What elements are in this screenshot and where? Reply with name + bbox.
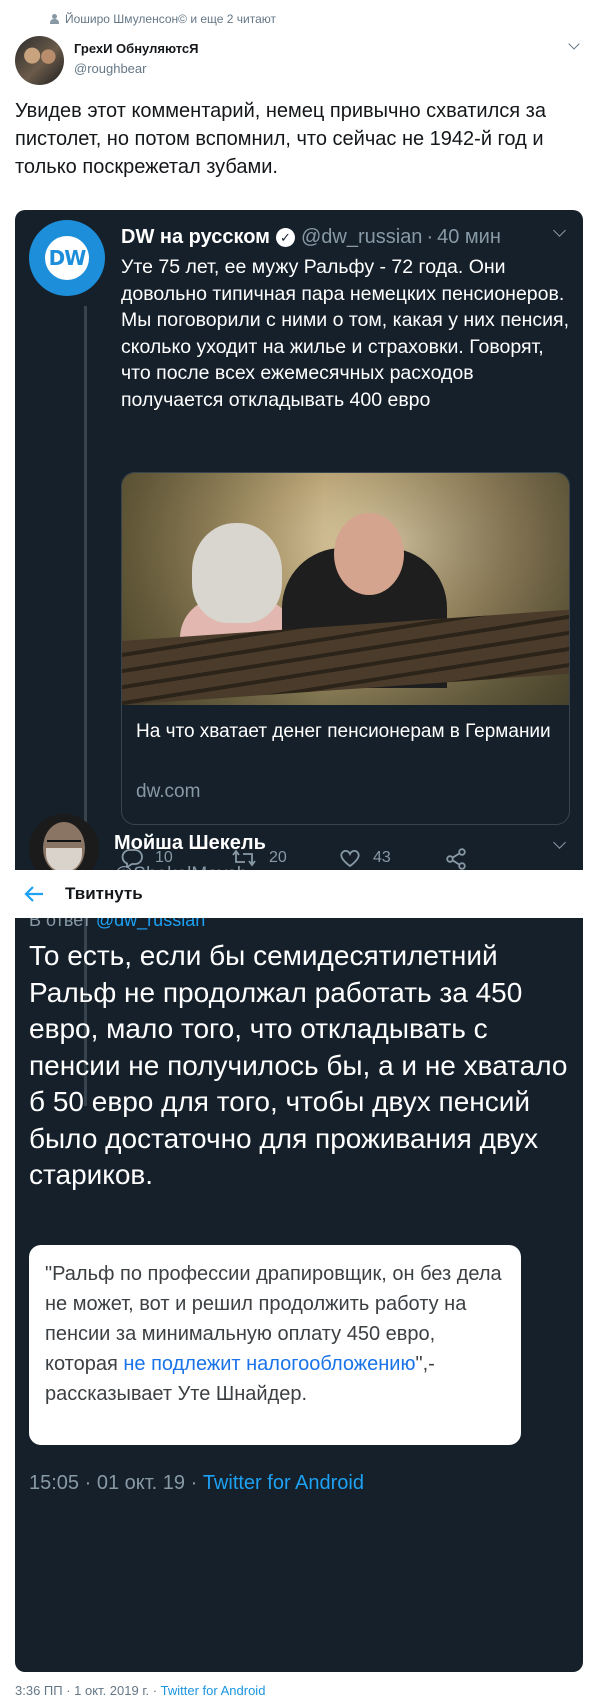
tweet1-header: DW на русском ✓ @dw_russian · 40 мин: [121, 226, 501, 249]
tweet-timestamp: 3:36 ПП · 1 окт. 2019 г. ·: [15, 1683, 161, 1698]
tweet1-author-handle[interactable]: @dw_russian: [301, 226, 422, 249]
dw-logo: DW: [45, 236, 89, 280]
quote-box: "Ральф по профессии драпировщик, он без …: [29, 1245, 521, 1445]
share-button[interactable]: [445, 848, 467, 870]
retweet-count: 20: [269, 849, 287, 866]
tweet2-source-link[interactable]: Twitter for Android: [203, 1472, 364, 1494]
separator-dot: ·: [426, 226, 434, 248]
top-bar: Твитнуть: [15, 870, 583, 918]
tweet-source-link[interactable]: Twitter for Android: [161, 1683, 266, 1698]
like-button[interactable]: 43: [339, 848, 391, 868]
embedded-screenshot[interactable]: DW DW на русском ✓ @dw_russian · 40 мин …: [15, 210, 583, 1672]
like-count: 43: [373, 849, 391, 866]
person-icon: [50, 14, 59, 24]
back-arrow-icon[interactable]: [23, 884, 45, 904]
link-card[interactable]: На что хватает денег пенсионерам в Герма…: [121, 472, 570, 825]
author-name[interactable]: ГрехИ ОбнуляютсЯ: [74, 41, 199, 56]
chevron-down-icon[interactable]: [553, 224, 566, 237]
tweet2-meta: 15:05 · 01 окт. 19 · Twitter for Android: [29, 1472, 364, 1495]
reading-text: Йоширо Шмуленсон© и еще 2 читают: [65, 12, 277, 26]
author-handle[interactable]: @roughbear: [74, 61, 146, 76]
tweet2-text: То есть, если бы семидесятилетний Ральф …: [29, 940, 568, 1190]
chevron-down-icon[interactable]: [553, 836, 566, 849]
tweet1-author-name[interactable]: DW на русском: [121, 226, 270, 249]
tweet1-text: Уте 75 лет, ее мужу Ральфу - 72 года. Он…: [121, 256, 570, 411]
card-domain: dw.com: [136, 781, 201, 802]
card-title: На что хватает денег пенсионерам в Герма…: [136, 721, 551, 742]
like-icon: [340, 849, 360, 868]
tweet2-author-name[interactable]: Мойша Шекель: [114, 832, 266, 855]
top-bar-title: Твитнуть: [65, 884, 143, 903]
quote-link[interactable]: не подлежит налогообложению: [123, 1353, 415, 1375]
tweet-meta: 3:36 ПП · 1 окт. 2019 г. · Twitter for A…: [15, 1683, 265, 1698]
tweet-text: Увидев этот комментарий, немец привычно …: [15, 100, 546, 178]
reading-indicator: Йоширо Шмуленсон© и еще 2 читают: [50, 12, 276, 26]
tweet2-timestamp: 15:05 · 01 окт. 19 ·: [29, 1472, 203, 1494]
author-avatar[interactable]: [15, 36, 64, 85]
tweet1-time[interactable]: 40 мин: [437, 226, 501, 249]
dw-avatar[interactable]: DW: [29, 220, 105, 296]
share-icon: [446, 848, 466, 870]
verified-icon: ✓: [275, 228, 295, 247]
card-image: [122, 473, 569, 705]
chevron-down-icon[interactable]: [568, 38, 580, 50]
